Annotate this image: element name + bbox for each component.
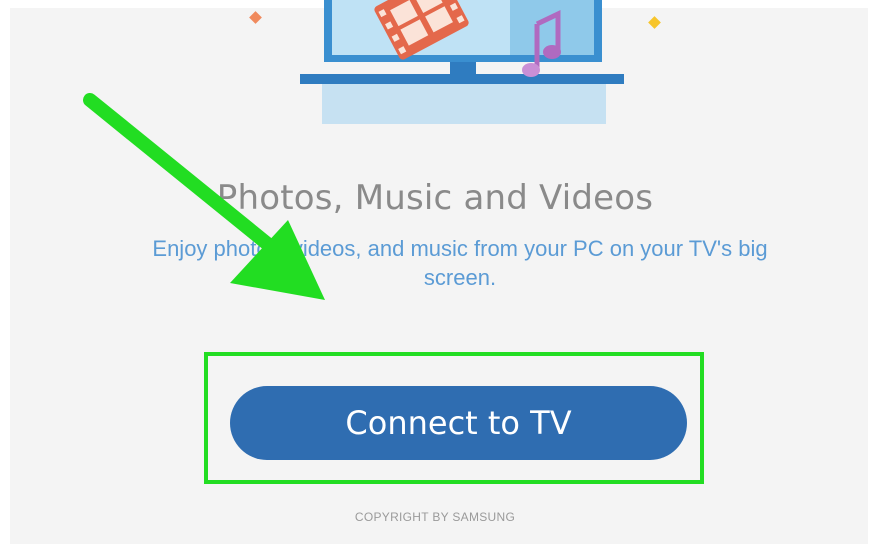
tv-media-illustration (249, 0, 661, 124)
yellow-sparkle-icon (648, 16, 661, 29)
orange-sparkle-icon (249, 11, 262, 24)
feature-title: Photos, Music and Videos (216, 178, 654, 218)
feature-description: Enjoy photos, videos, and music from you… (152, 236, 768, 290)
tv-base (300, 74, 624, 84)
tv-neck (450, 62, 476, 74)
tv-stand-shadow (322, 84, 606, 124)
connect-to-tv-button[interactable]: Connect to TV (230, 386, 687, 460)
copyright-text: COPYRIGHT BY SAMSUNG (354, 510, 516, 524)
